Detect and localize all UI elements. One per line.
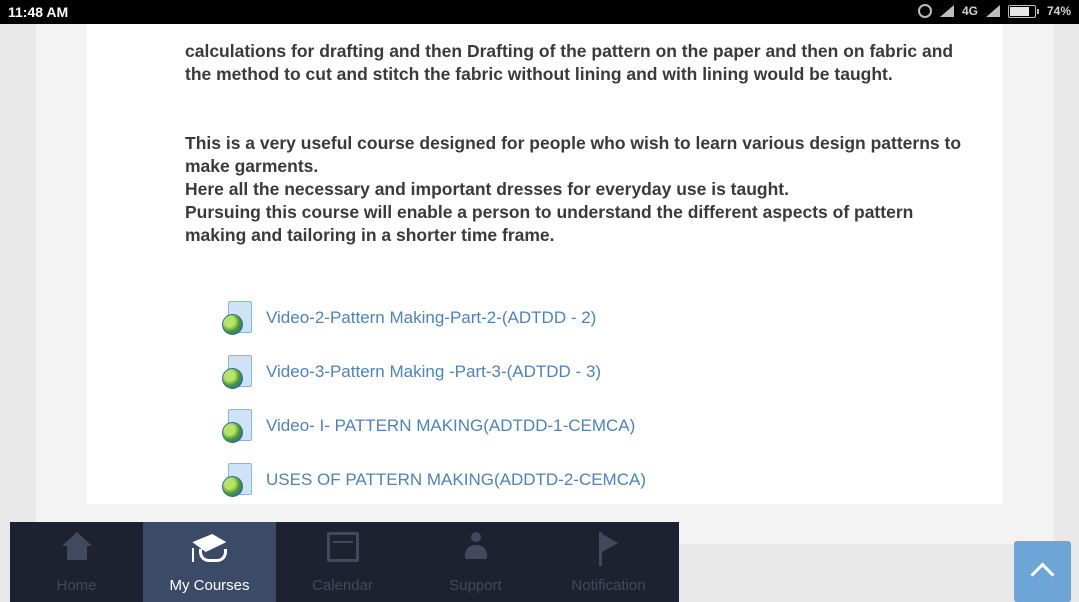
resource-link[interactable]: Video- I- PATTERN MAKING(ADTDD-1-CEMCA) <box>222 399 646 453</box>
flag-icon <box>597 532 621 566</box>
bottom-navigation: Home My Courses Calendar Support Notific… <box>10 522 679 602</box>
person-icon <box>463 532 489 562</box>
resource-link-label[interactable]: Video- I- PATTERN MAKING(ADTDD-1-CEMCA) <box>266 416 635 436</box>
nav-item-notification[interactable]: Notification <box>542 522 675 602</box>
scroll-to-top-button[interactable] <box>1014 541 1071 602</box>
nav-item-home[interactable]: Home <box>10 522 143 602</box>
resource-link-label[interactable]: Video-3-Pattern Making -Part-3-(ADTDD - … <box>266 362 601 382</box>
web-resource-icon <box>222 301 252 335</box>
signal-icon <box>939 5 954 17</box>
nav-item-support[interactable]: Support <box>409 522 542 602</box>
resource-link-label[interactable]: Video-2-Pattern Making-Part-2-(ADTDD - 2… <box>266 308 596 328</box>
resource-link[interactable]: USES OF PATTERN MAKING(ADDTD-2-CEMCA) <box>222 453 646 507</box>
battery-percent: 74% <box>1046 4 1071 18</box>
resource-list: Video-2-Pattern Making-Part-2-(ADTDD - 2… <box>222 291 646 507</box>
nav-item-my-courses[interactable]: My Courses <box>143 522 276 602</box>
home-icon <box>61 532 92 562</box>
paragraph-2-line-3: Pursuing this course will enable a perso… <box>185 202 914 245</box>
status-time: 11:48 AM <box>8 4 69 20</box>
nav-item-label: Calendar <box>312 577 373 594</box>
calendar-icon <box>326 532 359 562</box>
nav-item-label: Notification <box>571 577 646 594</box>
resource-link[interactable]: Video-2-Pattern Making-Part-2-(ADTDD - 2… <box>222 291 646 345</box>
web-resource-icon <box>222 409 252 443</box>
resource-link-label[interactable]: USES OF PATTERN MAKING(ADDTD-2-CEMCA) <box>266 470 646 490</box>
nav-item-calendar[interactable]: Calendar <box>276 522 409 602</box>
chevron-up-icon <box>1030 562 1055 587</box>
nav-item-label: My Courses <box>169 577 250 594</box>
graduation-cap-icon <box>189 532 231 566</box>
nav-item-label: Home <box>56 577 97 594</box>
signal-icon-2 <box>985 5 1000 17</box>
alarm-icon <box>917 4 932 18</box>
course-description-paragraph-1: calculations for drafting and then Draft… <box>185 41 954 84</box>
resource-link[interactable]: Video-3-Pattern Making -Part-3-(ADTDD - … <box>222 345 646 399</box>
battery-icon <box>1007 4 1039 18</box>
web-resource-icon <box>222 355 252 389</box>
course-description-paragraph-2: This is a very useful course designed fo… <box>185 132 965 247</box>
web-resource-icon <box>222 463 252 497</box>
status-bar: 11:48 AM 4G 74% <box>0 0 1079 24</box>
nav-item-label: Support <box>449 577 502 594</box>
network-type: 4G <box>961 4 978 18</box>
status-icons: 4G 74% <box>917 4 1071 18</box>
paragraph-2-line-2: Here all the necessary and important dre… <box>185 179 789 199</box>
paragraph-2-line-1: This is a very useful course designed fo… <box>185 133 962 176</box>
